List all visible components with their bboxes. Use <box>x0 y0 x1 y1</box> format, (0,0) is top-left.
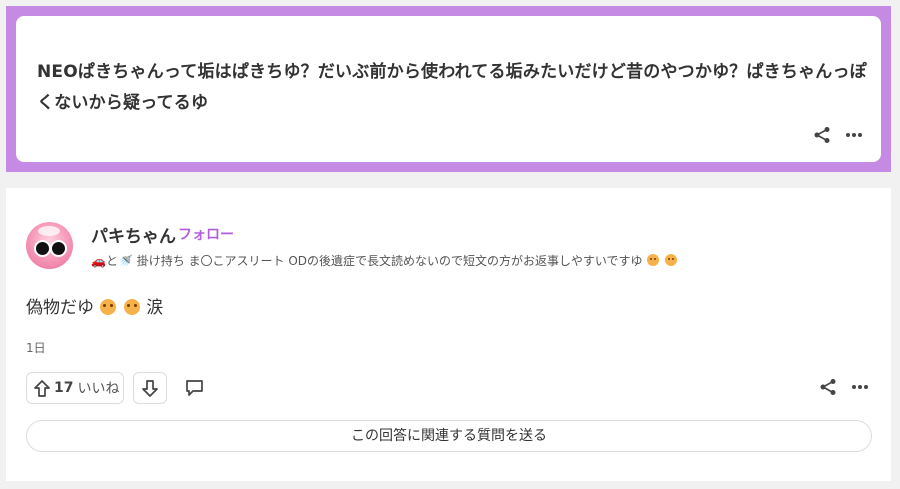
question-text: NEOぱきちゃんって垢はぱきちゆ？だいぶ前から使われてる垢みたいだけど昔のやつか… <box>37 62 867 113</box>
share-icon[interactable] <box>819 378 837 396</box>
vote-label: いいね <box>77 381 120 397</box>
answer-body-suffix: 涙 <box>146 298 164 318</box>
user-name[interactable]: パキちゃん <box>91 222 176 247</box>
share-icon[interactable] <box>813 126 831 144</box>
answer-body-text: 偽物だゆ <box>26 298 94 318</box>
more-dots-icon[interactable] <box>845 132 863 138</box>
answer-time: 1日 <box>26 341 46 355</box>
follow-button[interactable]: フォロー <box>178 224 234 244</box>
user-bio: 🚗と🚿 掛け持ち ま〇こアスリート ODの後遺症で長文読めないので短文の方がお返… <box>91 252 678 269</box>
upvote-button[interactable]: 17 いいね <box>26 372 124 404</box>
arrow-down-icon <box>142 379 158 397</box>
avatar[interactable] <box>26 222 73 269</box>
bio-text: 🚗と🚿 掛け持ち ま〇こアスリート ODの後遺症で長文読めないので短文の方がお返… <box>91 254 643 268</box>
question-highlight: NEOぱきちゃんって垢はぱきちゆ？だいぶ前から使われてる垢みたいだけど昔のやつか… <box>6 6 891 172</box>
crying-face-icon <box>647 254 660 266</box>
comment-button[interactable] <box>180 372 208 404</box>
answer-card: パキちゃん フォロー 🚗と🚿 掛け持ち ま〇こアスリート ODの後遺症で長文読め… <box>6 188 891 481</box>
downvote-button[interactable] <box>133 372 167 404</box>
answer-text: 偽物だゆ 涙 <box>26 293 163 318</box>
vote-count: 17 <box>54 380 74 396</box>
arrow-up-icon <box>34 379 50 397</box>
question-actions <box>813 126 863 144</box>
more-dots-icon[interactable] <box>851 384 869 390</box>
comment-icon <box>185 380 203 396</box>
crying-face-icon <box>123 299 140 315</box>
question-card: NEOぱきちゃんって垢はぱきちゆ？だいぶ前から使われてる垢みたいだけど昔のやつか… <box>16 16 881 162</box>
crying-face-icon <box>665 254 678 266</box>
crying-face-icon <box>100 299 117 315</box>
related-question-button[interactable]: この回答に関連する質問を送る <box>26 420 872 452</box>
answer-actions <box>819 378 869 396</box>
